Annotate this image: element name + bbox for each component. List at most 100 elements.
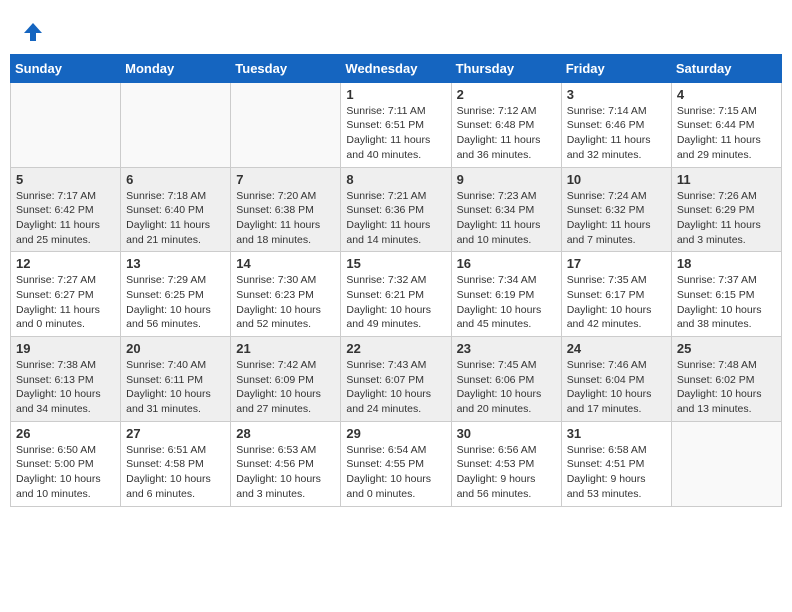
day-number: 28 (236, 426, 335, 441)
day-number: 12 (16, 256, 115, 271)
calendar-cell: 20Sunrise: 7:40 AMSunset: 6:11 PMDayligh… (121, 337, 231, 422)
calendar-cell: 18 Sunrise: 7:37 AMSunset: 6:15 PMDayligh… (671, 252, 781, 337)
day-number: 11 (677, 172, 776, 187)
calendar-cell: 26 Sunrise: 6:50 AMSunset: 5:00 PMDayligh… (11, 421, 121, 506)
day-info: Sunrise: 7:26 AMSunset: 6:29 PMDaylight:… (677, 189, 776, 248)
day-number: 25 (677, 341, 776, 356)
day-info: Sunrise: 7:21 AMSunset: 6:36 PMDaylight:… (346, 189, 445, 248)
calendar-week-row: 19 Sunrise: 7:38 AMSunset: 6:13 PMDayligh… (11, 337, 782, 422)
day-info: Sunrise: 7:45 AMSunset: 6:06 PMDaylight:… (457, 358, 556, 417)
day-number: 30 (457, 426, 556, 441)
logo (20, 20, 44, 43)
page-header (10, 10, 782, 48)
day-info: Sunrise: 6:54 AMSunset: 4:55 PMDaylight:… (346, 443, 445, 502)
day-info: Sunrise: 7:23 AMSunset: 6:34 PMDaylight:… (457, 189, 556, 248)
day-number: 31 (567, 426, 666, 441)
day-info: Sunrise: 7:42 AMSunset: 6:09 PMDaylight:… (236, 358, 335, 417)
day-number: 16 (457, 256, 556, 271)
day-info: Sunrise: 7:46 AMSunset: 6:04 PMDaylight:… (567, 358, 666, 417)
day-info: Sunrise: 7:30 AMSunset: 6:23 PMDaylight:… (236, 273, 335, 332)
weekday-header-saturday: Saturday (671, 54, 781, 82)
calendar-cell: 21 Sunrise: 7:42 AMSunset: 6:09 PMDayligh… (231, 337, 341, 422)
day-info: Sunrise: 7:12 AMSunset: 6:48 PMDaylight:… (457, 104, 556, 163)
calendar-cell: 10 Sunrise: 7:24 AMSunset: 6:32 PMDayligh… (561, 167, 671, 252)
weekday-header-tuesday: Tuesday (231, 54, 341, 82)
calendar-cell: 24Sunrise: 7:46 AMSunset: 6:04 PMDayligh… (561, 337, 671, 422)
calendar-cell: 12 Sunrise: 7:27 AMSunset: 6:27 PMDayligh… (11, 252, 121, 337)
weekday-header-monday: Monday (121, 54, 231, 82)
day-info: Sunrise: 7:37 AMSunset: 6:15 PMDaylight:… (677, 273, 776, 332)
day-info: Sunrise: 7:20 AMSunset: 6:38 PMDaylight:… (236, 189, 335, 248)
calendar-cell: 23 Sunrise: 7:45 AMSunset: 6:06 PMDayligh… (451, 337, 561, 422)
day-number: 9 (457, 172, 556, 187)
day-info: Sunrise: 7:48 AMSunset: 6:02 PMDaylight:… (677, 358, 776, 417)
day-number: 18 (677, 256, 776, 271)
day-number: 3 (567, 87, 666, 102)
day-number: 27 (126, 426, 225, 441)
calendar-cell: 3 Sunrise: 7:14 AMSunset: 6:46 PMDaylight… (561, 82, 671, 167)
calendar-cell: 6 Sunrise: 7:18 AMSunset: 6:40 PMDaylight… (121, 167, 231, 252)
calendar-cell: 8Sunrise: 7:21 AMSunset: 6:36 PMDaylight… (341, 167, 451, 252)
logo-icon (22, 21, 44, 43)
calendar-cell (121, 82, 231, 167)
weekday-header-sunday: Sunday (11, 54, 121, 82)
day-number: 26 (16, 426, 115, 441)
day-info: Sunrise: 7:18 AMSunset: 6:40 PMDaylight:… (126, 189, 225, 248)
day-info: Sunrise: 7:15 AMSunset: 6:44 PMDaylight:… (677, 104, 776, 163)
calendar-header-row: SundayMondayTuesdayWednesdayThursdayFrid… (11, 54, 782, 82)
day-number: 1 (346, 87, 445, 102)
day-number: 14 (236, 256, 335, 271)
day-info: Sunrise: 7:24 AMSunset: 6:32 PMDaylight:… (567, 189, 666, 248)
calendar-cell: 1 Sunrise: 7:11 AMSunset: 6:51 PMDaylight… (341, 82, 451, 167)
day-number: 5 (16, 172, 115, 187)
day-info: Sunrise: 7:34 AMSunset: 6:19 PMDaylight:… (457, 273, 556, 332)
weekday-header-thursday: Thursday (451, 54, 561, 82)
day-info: Sunrise: 6:50 AMSunset: 5:00 PMDaylight:… (16, 443, 115, 502)
weekday-header-wednesday: Wednesday (341, 54, 451, 82)
day-number: 23 (457, 341, 556, 356)
day-info: Sunrise: 7:35 AMSunset: 6:17 PMDaylight:… (567, 273, 666, 332)
day-info: Sunrise: 6:56 AMSunset: 4:53 PMDaylight:… (457, 443, 556, 502)
day-info: Sunrise: 7:38 AMSunset: 6:13 PMDaylight:… (16, 358, 115, 417)
day-info: Sunrise: 7:29 AMSunset: 6:25 PMDaylight:… (126, 273, 225, 332)
day-info: Sunrise: 7:43 AMSunset: 6:07 PMDaylight:… (346, 358, 445, 417)
calendar-cell: 7Sunrise: 7:20 AMSunset: 6:38 PMDaylight… (231, 167, 341, 252)
calendar-week-row: 12 Sunrise: 7:27 AMSunset: 6:27 PMDayligh… (11, 252, 782, 337)
calendar-cell: 25 Sunrise: 7:48 AMSunset: 6:02 PMDayligh… (671, 337, 781, 422)
calendar-cell: 30 Sunrise: 6:56 AMSunset: 4:53 PMDayligh… (451, 421, 561, 506)
calendar-cell: 31 Sunrise: 6:58 AMSunset: 4:51 PMDayligh… (561, 421, 671, 506)
day-number: 10 (567, 172, 666, 187)
day-info: Sunrise: 7:11 AMSunset: 6:51 PMDaylight:… (346, 104, 445, 163)
day-info: Sunrise: 7:14 AMSunset: 6:46 PMDaylight:… (567, 104, 666, 163)
day-info: Sunrise: 6:58 AMSunset: 4:51 PMDaylight:… (567, 443, 666, 502)
calendar-table: SundayMondayTuesdayWednesdayThursdayFrid… (10, 54, 782, 507)
calendar-week-row: 5 Sunrise: 7:17 AMSunset: 6:42 PMDaylight… (11, 167, 782, 252)
day-info: Sunrise: 7:40 AMSunset: 6:11 PMDaylight:… (126, 358, 225, 417)
day-number: 17 (567, 256, 666, 271)
calendar-cell (231, 82, 341, 167)
calendar-cell: 9 Sunrise: 7:23 AMSunset: 6:34 PMDaylight… (451, 167, 561, 252)
day-number: 19 (16, 341, 115, 356)
day-info: Sunrise: 6:53 AMSunset: 4:56 PMDaylight:… (236, 443, 335, 502)
calendar-week-row: 1 Sunrise: 7:11 AMSunset: 6:51 PMDaylight… (11, 82, 782, 167)
calendar-week-row: 26 Sunrise: 6:50 AMSunset: 5:00 PMDayligh… (11, 421, 782, 506)
day-number: 4 (677, 87, 776, 102)
calendar-cell: 11 Sunrise: 7:26 AMSunset: 6:29 PMDayligh… (671, 167, 781, 252)
day-number: 22 (346, 341, 445, 356)
day-info: Sunrise: 7:17 AMSunset: 6:42 PMDaylight:… (16, 189, 115, 248)
day-number: 6 (126, 172, 225, 187)
calendar-cell (671, 421, 781, 506)
day-number: 15 (346, 256, 445, 271)
calendar-cell: 15 Sunrise: 7:32 AMSunset: 6:21 PMDayligh… (341, 252, 451, 337)
day-info: Sunrise: 7:27 AMSunset: 6:27 PMDaylight:… (16, 273, 115, 332)
calendar-cell: 22 Sunrise: 7:43 AMSunset: 6:07 PMDayligh… (341, 337, 451, 422)
day-number: 2 (457, 87, 556, 102)
weekday-header-friday: Friday (561, 54, 671, 82)
calendar-cell: 17 Sunrise: 7:35 AMSunset: 6:17 PMDayligh… (561, 252, 671, 337)
calendar-cell: 16 Sunrise: 7:34 AMSunset: 6:19 PMDayligh… (451, 252, 561, 337)
day-number: 13 (126, 256, 225, 271)
day-number: 29 (346, 426, 445, 441)
calendar-cell: 5 Sunrise: 7:17 AMSunset: 6:42 PMDaylight… (11, 167, 121, 252)
day-info: Sunrise: 7:32 AMSunset: 6:21 PMDaylight:… (346, 273, 445, 332)
day-number: 21 (236, 341, 335, 356)
